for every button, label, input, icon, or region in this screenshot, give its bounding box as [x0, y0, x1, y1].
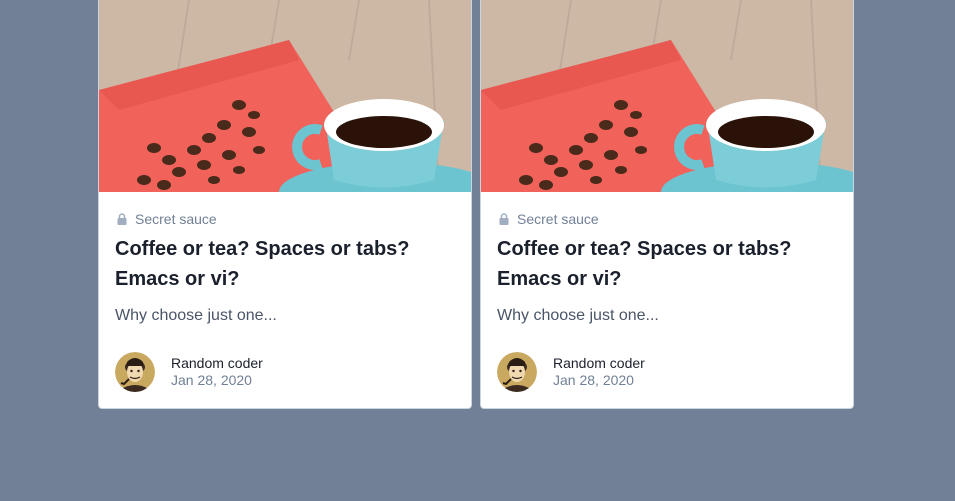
post-date: Jan 28, 2020 — [553, 372, 634, 388]
post-excerpt: Why choose just one... — [497, 307, 659, 324]
post-card-body: Secret sauce Coffee or tea? Spaces or ta… — [99, 192, 471, 330]
lock-icon — [499, 213, 509, 225]
author-name[interactable]: Random coder — [553, 355, 645, 372]
post-title[interactable]: Coffee or tea? Spaces or tabs? Emacs or … — [497, 234, 837, 294]
post-card[interactable]: Secret sauce Coffee or tea? Spaces or ta… — [98, 0, 472, 409]
post-excerpt: Why choose just one... — [115, 307, 277, 324]
post-card[interactable]: Secret sauce Coffee or tea? Spaces or ta… — [480, 0, 854, 409]
post-date: Jan 28, 2020 — [171, 372, 252, 388]
post-cover-image[interactable] — [481, 0, 853, 192]
author-info: Random coder Jan 28, 2020 — [553, 355, 645, 389]
post-author: Random coder Jan 28, 2020 — [497, 352, 645, 392]
post-author: Random coder Jan 28, 2020 — [115, 352, 263, 392]
author-name[interactable]: Random coder — [171, 355, 263, 372]
post-card-body: Secret sauce Coffee or tea? Spaces or ta… — [481, 192, 853, 330]
avatar[interactable] — [497, 352, 537, 392]
lock-icon — [117, 213, 127, 225]
post-title[interactable]: Coffee or tea? Spaces or tabs? Emacs or … — [115, 234, 455, 294]
author-info: Random coder Jan 28, 2020 — [171, 355, 263, 389]
post-category[interactable]: Secret sauce — [497, 210, 837, 228]
post-category[interactable]: Secret sauce — [115, 210, 455, 228]
card-list: Secret sauce Coffee or tea? Spaces or ta… — [98, 0, 854, 409]
post-cover-image[interactable] — [99, 0, 471, 192]
avatar[interactable] — [115, 352, 155, 392]
post-category-label: Secret sauce — [517, 211, 599, 227]
post-category-label: Secret sauce — [135, 211, 217, 227]
